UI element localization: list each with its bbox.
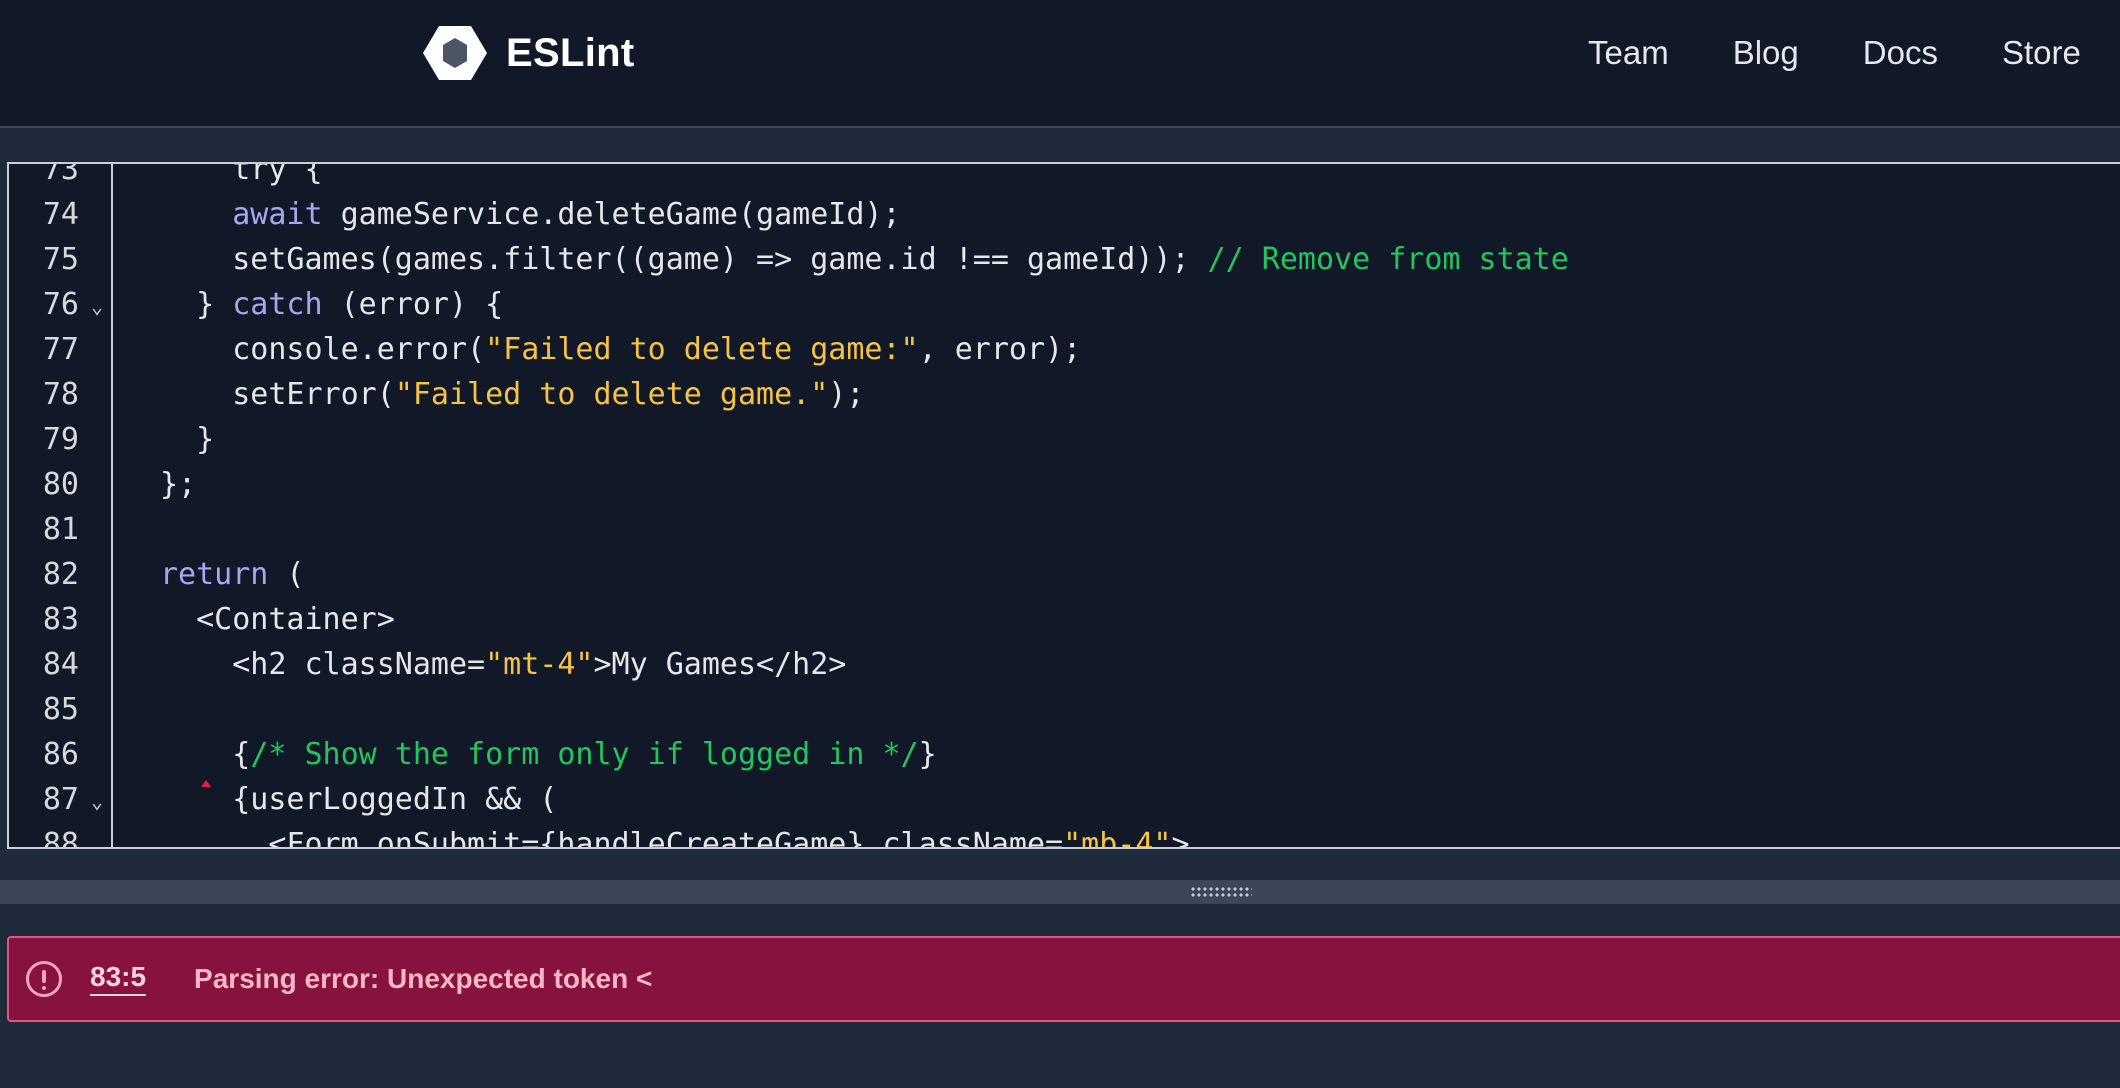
- code-token: , error);: [918, 332, 1082, 367]
- code-token: await: [232, 197, 323, 232]
- line-number: 78: [42, 377, 79, 412]
- code-text: {userLoggedIn && (: [160, 777, 557, 822]
- code-text: return (: [160, 552, 305, 597]
- code-token: <Container>: [160, 602, 395, 637]
- line-number: 77: [42, 332, 79, 367]
- code-token: (error) {: [322, 287, 504, 322]
- code-line[interactable]: 78 setError("Failed to delete game.");: [9, 372, 2120, 417]
- code-line[interactable]: 75 setGames(games.filter((game) => game.…: [9, 237, 2120, 282]
- code-text: await gameService.deleteGame(gameId);: [160, 192, 901, 237]
- line-number: 81: [42, 512, 79, 547]
- line-number: 82: [42, 557, 79, 592]
- code-token: >: [1171, 827, 1190, 849]
- main-nav: Team Blog Docs Store: [1588, 34, 2081, 72]
- code-line[interactable]: 76 ⌄ } catch (error) {: [9, 282, 2120, 327]
- code-line[interactable]: 84 <h2 className="mt-4">My Games</h2>: [9, 642, 2120, 687]
- code-token: setGames(games.filter((game) => game.id …: [160, 242, 1208, 277]
- code-editor[interactable]: 73 try {74 await gameService.deleteGame(…: [7, 162, 2120, 849]
- code-token: "mt-4": [485, 647, 594, 682]
- code-line[interactable]: 85: [9, 687, 2120, 732]
- code-token: );: [828, 377, 865, 412]
- nav-link-docs[interactable]: Docs: [1863, 34, 1938, 72]
- code-text: } catch (error) {: [160, 282, 503, 327]
- lint-error-message: 83:5 Parsing error: Unexpected token <: [7, 936, 2120, 1022]
- code-lines: 73 try {74 await gameService.deleteGame(…: [9, 162, 2120, 849]
- code-line[interactable]: 81: [9, 507, 2120, 552]
- line-number: 79: [42, 422, 79, 457]
- code-token: {userLoggedIn && (: [160, 782, 558, 817]
- fold-chevron-icon[interactable]: ⌄: [91, 284, 103, 329]
- code-text: console.error("Failed to delete game:", …: [160, 327, 1081, 372]
- code-token: gameService.deleteGame(gameId);: [322, 197, 901, 232]
- code-token: "Failed to delete game.": [394, 377, 829, 412]
- code-token: >My Games</h2>: [593, 647, 847, 682]
- code-text: setError("Failed to delete game.");: [160, 372, 864, 417]
- code-text: };: [160, 462, 196, 507]
- code-text: {/* Show the form only if logged in */}: [160, 732, 937, 777]
- code-line[interactable]: 73 try {: [9, 162, 2120, 192]
- error-message-text: Parsing error: Unexpected token <: [194, 963, 653, 994]
- error-location-link[interactable]: 83:5: [90, 962, 147, 996]
- code-line[interactable]: 87 ⌄ {userLoggedIn && (: [9, 777, 2120, 822]
- line-number: 84: [42, 647, 79, 682]
- code-token: /* Show the form only if logged in */: [250, 737, 919, 772]
- code-line[interactable]: 88 <Form onSubmit={handleCreateGame} cla…: [9, 822, 2120, 849]
- nav-link-team[interactable]: Team: [1588, 34, 1669, 72]
- line-number: 80: [42, 467, 79, 502]
- code-token: "Failed to delete game:": [485, 332, 919, 367]
- site-header: ESLint Team Blog Docs Store: [0, 0, 2120, 128]
- code-token: <h2 className=: [160, 647, 486, 682]
- line-number: 75: [42, 242, 79, 277]
- line-number: 73: [42, 162, 79, 187]
- panel-resizer[interactable]: [0, 880, 2120, 904]
- code-token: }: [160, 287, 233, 322]
- brand-logo-link[interactable]: ESLint: [422, 22, 634, 84]
- line-number: 88: [42, 827, 79, 849]
- code-line[interactable]: 80};: [9, 462, 2120, 507]
- line-number: 86: [42, 737, 79, 772]
- code-line[interactable]: 86 {/* Show the form only if logged in *…: [9, 732, 2120, 777]
- code-text: <Form onSubmit={handleCreateGame} classN…: [160, 822, 1190, 849]
- code-token: "mb-4": [1063, 827, 1172, 849]
- error-marker-icon: [201, 780, 211, 787]
- code-text: <h2 className="mt-4">My Games</h2>: [160, 642, 846, 687]
- line-number: 76: [42, 287, 79, 322]
- code-token: try {: [160, 162, 323, 187]
- code-token: catch: [232, 287, 323, 322]
- code-token: };: [160, 467, 197, 502]
- drag-handle-icon[interactable]: [1190, 886, 1252, 898]
- brand-name: ESLint: [506, 30, 635, 75]
- code-token: <Form onSubmit={handleCreateGame} classN…: [160, 827, 1064, 849]
- code-line[interactable]: 74 await gameService.deleteGame(gameId);: [9, 192, 2120, 237]
- code-token: setError(: [160, 377, 395, 412]
- code-text: }: [160, 417, 214, 462]
- code-token: // Remove from state: [1207, 242, 1569, 277]
- eslint-logo-icon: [423, 26, 487, 80]
- code-text: try {: [160, 162, 323, 192]
- code-token: }: [918, 737, 937, 772]
- line-number: 87: [42, 782, 79, 817]
- code-line[interactable]: 79 }: [9, 417, 2120, 462]
- code-line[interactable]: 77 console.error("Failed to delete game:…: [9, 327, 2120, 372]
- code-token: console.error(: [160, 332, 486, 367]
- code-token: return: [160, 557, 269, 592]
- line-number: 85: [42, 692, 79, 727]
- code-token: (: [268, 557, 305, 592]
- code-text: <Container>: [160, 597, 395, 642]
- fold-chevron-icon[interactable]: ⌄: [91, 779, 103, 824]
- line-number: 74: [42, 197, 79, 232]
- error-circle-icon: [26, 961, 62, 997]
- code-line[interactable]: 83 <Container>: [9, 597, 2120, 642]
- nav-link-store[interactable]: Store: [2002, 34, 2081, 72]
- code-text: setGames(games.filter((game) => game.id …: [160, 237, 1569, 282]
- code-token: }: [160, 422, 215, 457]
- line-number: 83: [42, 602, 79, 637]
- nav-link-blog[interactable]: Blog: [1733, 34, 1799, 72]
- code-line[interactable]: 82 return (: [9, 552, 2120, 597]
- code-token: {: [160, 737, 251, 772]
